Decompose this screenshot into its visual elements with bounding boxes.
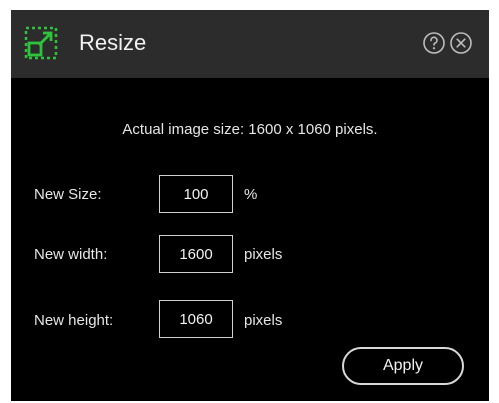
dialog-title: Resize — [79, 30, 147, 55]
new-size-input[interactable] — [159, 175, 233, 213]
actual-size-text: Actual image size: 1600 x 1060 pixels. — [122, 121, 378, 138]
new-width-label: New width: — [34, 246, 108, 263]
close-icon[interactable] — [449, 31, 473, 55]
new-height-label: New height: — [34, 312, 114, 329]
new-size-label: New Size: — [34, 186, 102, 203]
new-width-input[interactable] — [159, 235, 233, 273]
resize-icon — [24, 26, 58, 60]
new-size-unit: % — [244, 186, 258, 203]
new-height-unit: pixels — [244, 312, 283, 329]
apply-button[interactable]: Apply — [342, 347, 464, 385]
help-icon[interactable] — [422, 31, 446, 55]
new-width-unit: pixels — [244, 246, 283, 263]
resize-dialog: Resize Actual image size: 1600 x 1060 pi… — [11, 10, 489, 401]
new-height-input[interactable] — [159, 300, 233, 338]
title-bar: Resize — [11, 10, 489, 78]
